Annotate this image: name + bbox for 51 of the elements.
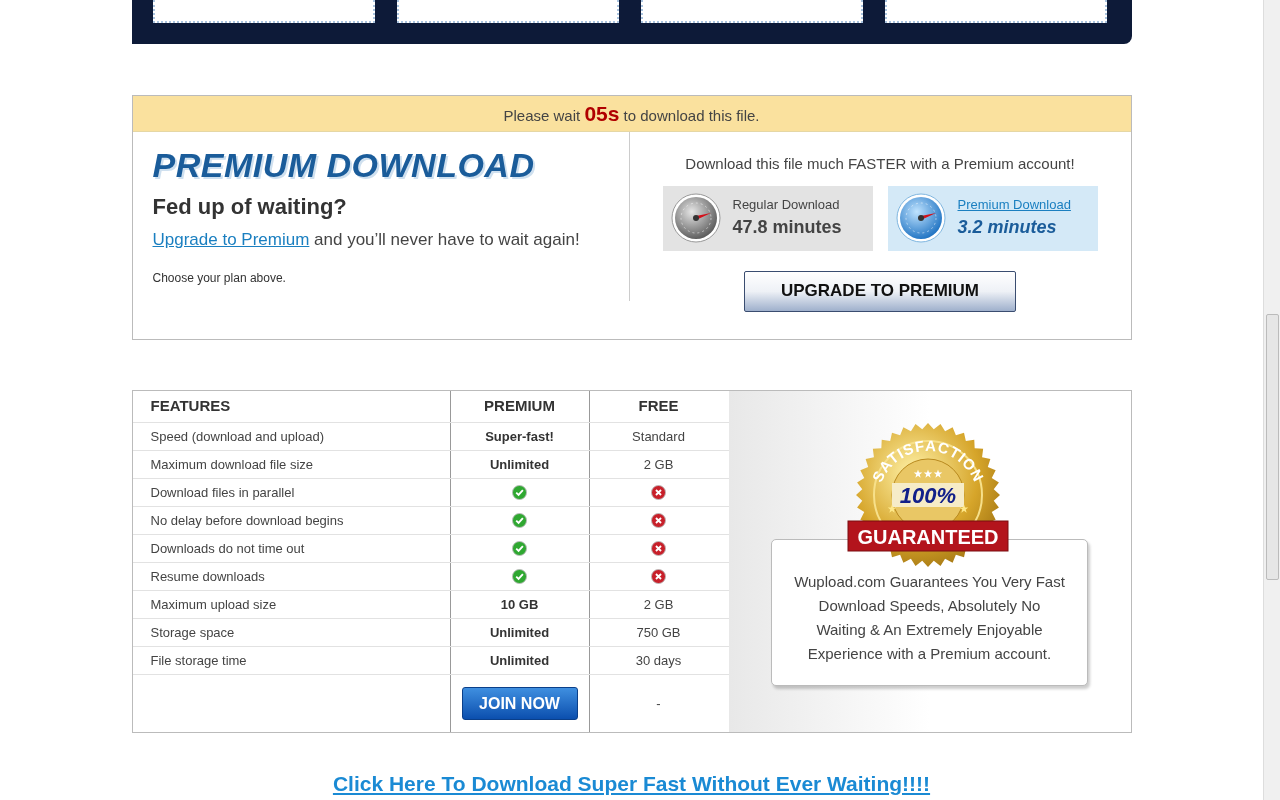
comparison-headline: Download this file much FASTER with a Premium account! bbox=[685, 154, 1075, 174]
check-icon bbox=[512, 569, 527, 584]
feature-name: Maximum upload size bbox=[150, 595, 277, 614]
plan-note: Choose your plan above. bbox=[152, 269, 287, 287]
cross-icon bbox=[651, 513, 666, 528]
guarantee-text: Wupload.com Guarantees You Very Fast Download Speeds, Absolutely No Waiting & An Extremely Enjoyable Experience with a Premium account. bbox=[794, 571, 1065, 664]
feature-name: Maximum download file size bbox=[150, 455, 314, 474]
table-cell-text: Unlimited bbox=[489, 455, 550, 474]
feature-name: Download files in parallel bbox=[150, 483, 295, 502]
table-cell-text: - bbox=[656, 694, 661, 713]
feature-name: No delay before download begins bbox=[150, 511, 344, 530]
seal-percent-text: 100% bbox=[899, 483, 956, 508]
table-cell-text: 750 GB bbox=[636, 623, 681, 642]
cross-icon bbox=[651, 541, 666, 556]
feature-name: Speed (download and upload) bbox=[150, 427, 324, 446]
feature-name: Storage space bbox=[150, 623, 235, 642]
column-header: FREE bbox=[638, 396, 679, 417]
check-icon bbox=[512, 513, 527, 528]
feature-name: Downloads do not time out bbox=[150, 539, 305, 558]
table-cell-text: 30 days bbox=[635, 651, 682, 670]
upgrade-link[interactable]: Upgrade to Premium bbox=[152, 230, 310, 249]
subheading: Fed up of waiting? bbox=[152, 193, 348, 221]
cross-icon bbox=[651, 485, 666, 500]
check-icon bbox=[512, 541, 527, 556]
table-cell-text: 10 GB bbox=[500, 595, 539, 614]
download-time: 3.2 minutes bbox=[957, 216, 1058, 240]
scrollbar-thumb[interactable] bbox=[1265, 314, 1279, 580]
wait-message: Please wait 05s to download this file. bbox=[503, 100, 760, 127]
table-cell-text: Standard bbox=[632, 427, 685, 446]
column-header: FEATURES bbox=[150, 396, 231, 417]
speedometer-icon bbox=[895, 193, 946, 243]
download-type-link[interactable]: Premium Download bbox=[957, 194, 1071, 215]
download-link[interactable]: Click Here To Download Super Fast Without Ever Waiting!!!! bbox=[332, 771, 931, 797]
column-header: PREMIUM bbox=[484, 396, 555, 417]
download-time: 47.8 minutes bbox=[732, 216, 842, 240]
feature-name: Resume downloads bbox=[150, 567, 265, 586]
join-now-button[interactable]: JOIN NOW bbox=[461, 687, 578, 720]
table-cell-text: 2 GB bbox=[643, 455, 674, 474]
cross-icon bbox=[651, 569, 666, 584]
download-type-label: Regular Download bbox=[732, 195, 841, 214]
ribbon-text: GUARANTEED bbox=[856, 526, 999, 548]
speedometer-icon bbox=[670, 193, 721, 243]
premium-heading: PREMIUM DOWNLOAD bbox=[152, 146, 536, 184]
table-cell-text: Unlimited bbox=[489, 623, 550, 642]
upgrade-sentence: Upgrade to Premium and you’ll never have to wait again! bbox=[152, 229, 581, 251]
check-icon bbox=[512, 485, 527, 500]
feature-name: File storage time bbox=[150, 651, 247, 670]
table-cell-text: Unlimited bbox=[489, 651, 550, 670]
upgrade-button[interactable]: UPGRADE TO PREMIUM bbox=[744, 270, 1016, 312]
table-cell-text: Super-fast! bbox=[485, 427, 554, 446]
table-cell-text: 2 GB bbox=[643, 595, 674, 614]
